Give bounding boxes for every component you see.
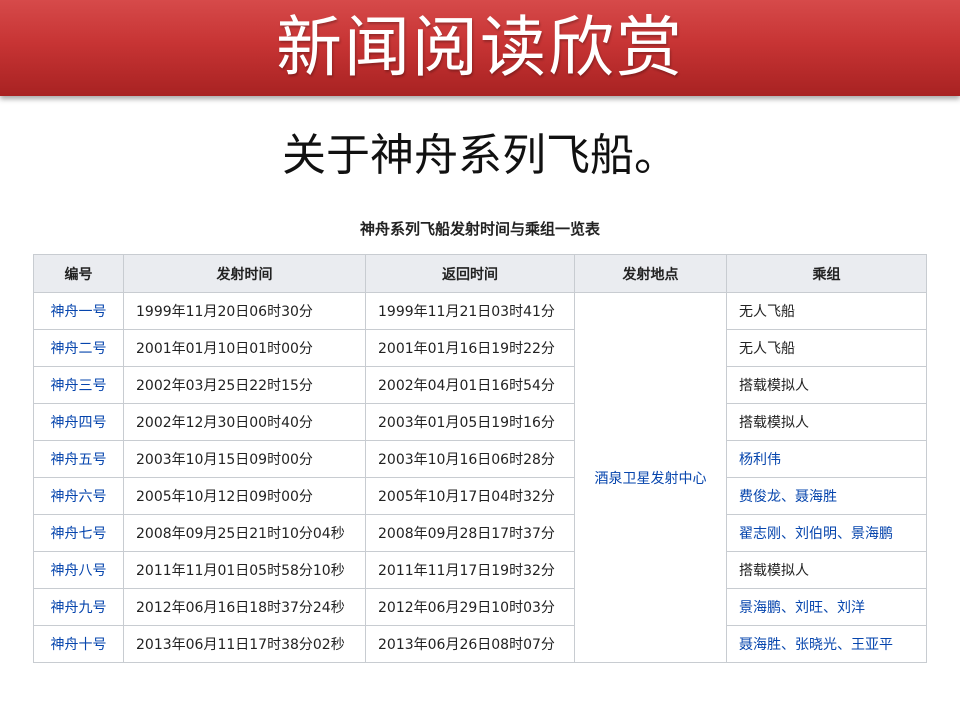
spacecraft-link[interactable]: 神舟三号 bbox=[33, 366, 124, 404]
spacecraft-name[interactable]: 神舟一号 bbox=[51, 304, 107, 320]
launch-time-cell: 2013年06月11日17时38分02秒 bbox=[123, 625, 366, 663]
crew-cell[interactable]: 翟志刚、刘伯明、景海鹏 bbox=[726, 514, 927, 552]
spacecraft-link[interactable]: 神舟七号 bbox=[33, 514, 124, 552]
spacecraft-link[interactable]: 神舟二号 bbox=[33, 329, 124, 367]
launch-time-cell: 2012年06月16日18时37分24秒 bbox=[123, 588, 366, 626]
spacecraft-name[interactable]: 神舟六号 bbox=[51, 489, 107, 505]
return-time-cell: 2002年04月01日16时54分 bbox=[365, 366, 575, 404]
table-caption: 神舟系列飞船发射时间与乘组一览表 bbox=[359, 220, 600, 238]
spacecraft-link[interactable]: 神舟六号 bbox=[33, 477, 124, 515]
banner-title: 新闻阅读欣赏 bbox=[276, 9, 684, 86]
return-time-cell: 2005年10月17日04时32分 bbox=[365, 477, 575, 515]
return-time-cell: 2008年09月28日17时37分 bbox=[365, 514, 575, 552]
header-crew: 乘组 bbox=[726, 254, 927, 293]
spacecraft-name[interactable]: 神舟十号 bbox=[51, 637, 107, 653]
launch-time-cell: 2001年01月10日01时00分 bbox=[123, 329, 366, 367]
crew-text: 无人飞船 bbox=[739, 341, 795, 357]
spacecraft-link[interactable]: 神舟一号 bbox=[33, 292, 124, 330]
return-time-cell: 1999年11月21日03时41分 bbox=[365, 292, 575, 330]
crew-cell: 无人飞船 bbox=[726, 292, 927, 330]
launch-time-cell: 2008年09月25日21时10分04秒 bbox=[123, 514, 366, 552]
table-row: 神舟六号 2005年10月12日09时00分 2005年10月17日04时32分 费俊… bbox=[33, 477, 927, 515]
crew-cell: 搭载模拟人 bbox=[726, 403, 927, 441]
spacecraft-name[interactable]: 神舟四号 bbox=[51, 415, 107, 431]
crew-cell: 搭载模拟人 bbox=[726, 551, 927, 589]
crew-cell: 搭载模拟人 bbox=[726, 366, 927, 404]
launch-site-cell[interactable]: 酒泉卫星发射中心 bbox=[574, 292, 727, 663]
crew-text: 搭载模拟人 bbox=[739, 563, 809, 579]
table-row: 神舟五号 2003年10月15日09时00分 2003年10月16日06时28分 杨利… bbox=[33, 440, 927, 478]
crew-link[interactable]: 聂海胜、张晓光、王亚平 bbox=[739, 637, 893, 653]
crew-text: 搭载模拟人 bbox=[739, 415, 809, 431]
crew-cell[interactable]: 景海鹏、刘旺、刘洋 bbox=[726, 588, 927, 626]
spacecraft-link[interactable]: 神舟五号 bbox=[33, 440, 124, 478]
crew-cell: 无人飞船 bbox=[726, 329, 927, 367]
crew-link[interactable]: 费俊龙、聂海胜 bbox=[739, 489, 837, 505]
launch-site-link[interactable]: 酒泉卫星发射中心 bbox=[595, 471, 707, 487]
crew-text: 无人飞船 bbox=[739, 304, 795, 320]
return-time-cell: 2003年10月16日06时28分 bbox=[365, 440, 575, 478]
launch-time-cell: 2011年11月01日05时58分10秒 bbox=[123, 551, 366, 589]
return-time-cell: 2001年01月16日19时22分 bbox=[365, 329, 575, 367]
header-launch-site: 发射地点 bbox=[574, 254, 727, 293]
return-time-cell: 2013年06月26日08时07分 bbox=[365, 625, 575, 663]
spacecraft-name[interactable]: 神舟九号 bbox=[51, 600, 107, 616]
launch-time-cell: 2002年12月30日00时40分 bbox=[123, 403, 366, 441]
header-return-time: 返回时间 bbox=[365, 254, 575, 293]
spacecraft-link[interactable]: 神舟九号 bbox=[33, 588, 124, 626]
crew-cell[interactable]: 杨利伟 bbox=[726, 440, 927, 478]
spacecraft-link[interactable]: 神舟八号 bbox=[33, 551, 124, 589]
title-banner: 新闻阅读欣赏 bbox=[0, 0, 960, 96]
slide-subtitle: 关于神舟系列飞船。 bbox=[282, 130, 678, 181]
spacecraft-link[interactable]: 神舟十号 bbox=[33, 625, 124, 663]
table-row: 神舟八号 2011年11月01日05时58分10秒 2011年11月17日19时32… bbox=[33, 551, 927, 589]
crew-text: 搭载模拟人 bbox=[739, 378, 809, 394]
spacecraft-name[interactable]: 神舟五号 bbox=[51, 452, 107, 468]
launch-time-cell: 2005年10月12日09时00分 bbox=[123, 477, 366, 515]
crew-link[interactable]: 杨利伟 bbox=[739, 452, 781, 468]
launch-time-cell: 2003年10月15日09时00分 bbox=[123, 440, 366, 478]
crew-link[interactable]: 翟志刚、刘伯明、景海鹏 bbox=[739, 526, 893, 542]
shenzhou-table: 编号 发射时间 返回时间 发射地点 乘组 神舟一号 1999年11月20日06时3… bbox=[33, 254, 927, 663]
table-row: 神舟十号 2013年06月11日17时38分02秒 2013年06月26日08时07… bbox=[33, 625, 927, 663]
table-row: 神舟二号 2001年01月10日01时00分 2001年01月16日19时22分 无人… bbox=[33, 329, 927, 367]
spacecraft-name[interactable]: 神舟二号 bbox=[51, 341, 107, 357]
return-time-cell: 2012年06月29日10时03分 bbox=[365, 588, 575, 626]
launch-time-cell: 1999年11月20日06时30分 bbox=[123, 292, 366, 330]
crew-link[interactable]: 景海鹏、刘旺、刘洋 bbox=[739, 600, 865, 616]
table-row: 神舟一号 1999年11月20日06时30分 1999年11月21日03时41分酒泉… bbox=[33, 292, 927, 663]
launch-time-cell: 2002年03月25日22时15分 bbox=[123, 366, 366, 404]
spacecraft-link[interactable]: 神舟四号 bbox=[33, 403, 124, 441]
table-row: 神舟三号 2002年03月25日22时15分 2002年04月01日16时54分 搭载… bbox=[33, 366, 927, 404]
spacecraft-name[interactable]: 神舟七号 bbox=[51, 526, 107, 542]
return-time-cell: 2003年01月05日19时16分 bbox=[365, 403, 575, 441]
table-row: 神舟九号 2012年06月16日18时37分24秒 2012年06月29日10时03… bbox=[33, 588, 927, 626]
spacecraft-name[interactable]: 神舟八号 bbox=[51, 563, 107, 579]
header-id: 编号 bbox=[33, 254, 124, 293]
spacecraft-name[interactable]: 神舟三号 bbox=[51, 378, 107, 394]
table-header-row: 编号 发射时间 返回时间 发射地点 乘组 bbox=[33, 254, 927, 293]
return-time-cell: 2011年11月17日19时32分 bbox=[365, 551, 575, 589]
table-row: 神舟四号 2002年12月30日00时40分 2003年01月05日19时16分 搭载… bbox=[33, 403, 927, 441]
table-row: 神舟七号 2008年09月25日21时10分04秒 2008年09月28日17时37… bbox=[33, 514, 927, 552]
crew-cell[interactable]: 费俊龙、聂海胜 bbox=[726, 477, 927, 515]
header-launch-time: 发射时间 bbox=[123, 254, 366, 293]
crew-cell[interactable]: 聂海胜、张晓光、王亚平 bbox=[726, 625, 927, 663]
